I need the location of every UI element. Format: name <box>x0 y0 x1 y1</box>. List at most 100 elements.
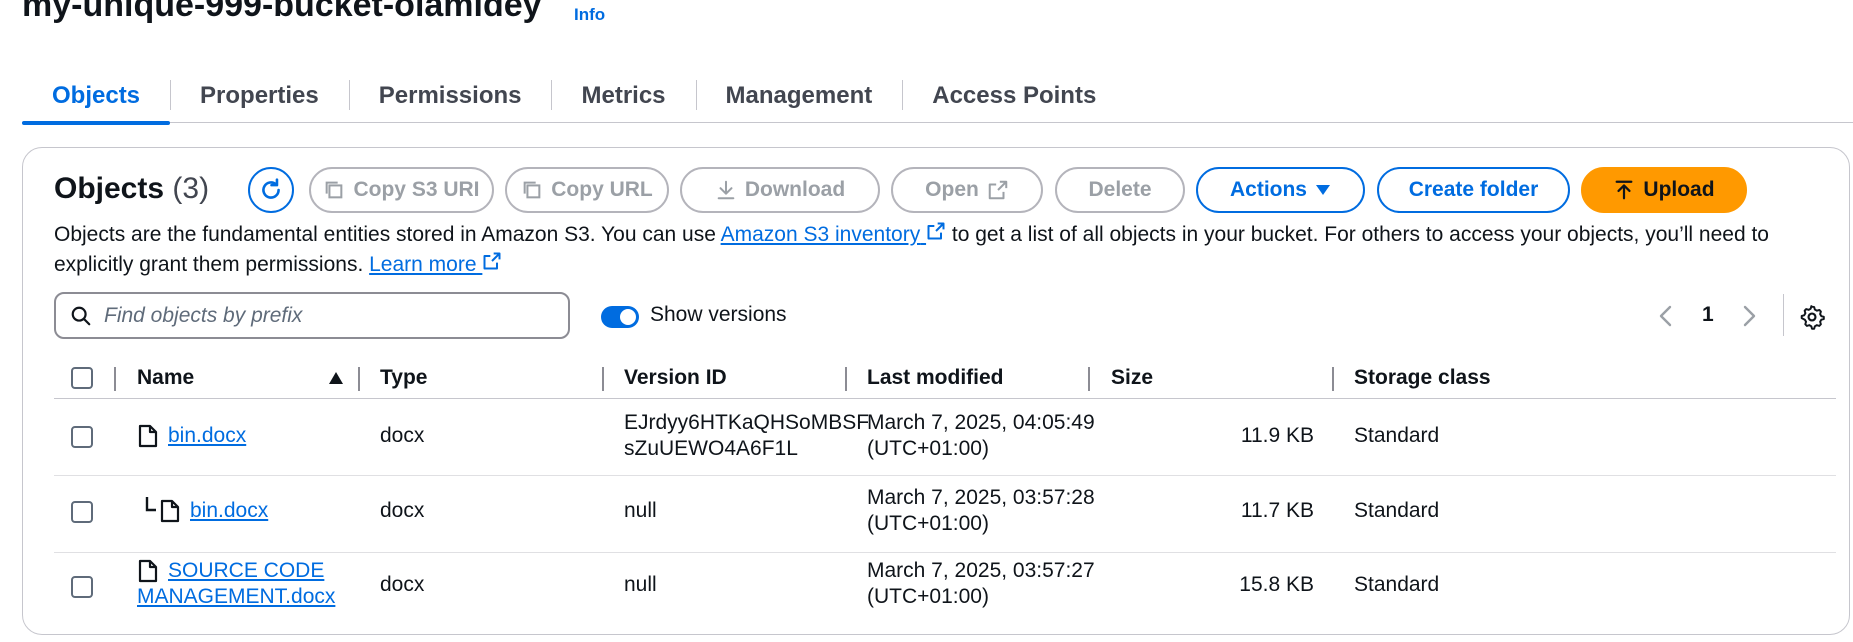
actions-dropdown[interactable]: Actions <box>1196 167 1365 213</box>
table-row[interactable]: bin.docx docx EJrdyy6HTKaQHSoMBSF sZuUEW… <box>54 400 1836 476</box>
show-versions-label: Show versions <box>650 303 787 326</box>
object-size: 15.8 KB <box>1239 573 1314 596</box>
tab-objects[interactable]: Objects <box>22 68 171 125</box>
version-id-continued: sZuUEWO4A6F1L <box>624 437 798 460</box>
file-icon <box>138 424 158 448</box>
object-size: 11.7 KB <box>1240 499 1314 522</box>
object-type: docx <box>380 424 425 447</box>
actions-label: Actions <box>1229 178 1307 201</box>
open-label: Open <box>925 178 979 201</box>
download-icon <box>715 179 737 201</box>
last-modified-timezone: (UTC+01:00) <box>867 437 989 460</box>
external-link-icon <box>482 251 502 271</box>
previous-page-button[interactable] <box>1658 305 1674 332</box>
caret-down-icon <box>1315 184 1331 196</box>
table-row[interactable]: bin.docx docx null March 7, 2025, 03:57:… <box>54 477 1836 553</box>
upload-icon <box>1613 179 1635 201</box>
settings-icon <box>1799 304 1825 330</box>
chevron-left-icon <box>1658 305 1674 327</box>
delete-label: Delete <box>1088 178 1152 201</box>
storage-class: Standard <box>1354 573 1440 596</box>
info-link[interactable]: Info <box>574 5 605 25</box>
page-title: my-unique-999-bucket-olamidey <box>22 0 542 24</box>
object-name-link[interactable]: bin.docx <box>168 421 246 451</box>
external-link-icon <box>926 221 946 241</box>
learn-more-label: Learn more <box>369 253 477 276</box>
column-divider <box>1332 367 1334 391</box>
next-page-button[interactable] <box>1741 305 1757 332</box>
column-header-type[interactable]: Type <box>380 357 427 399</box>
tab-properties[interactable]: Properties <box>170 68 349 123</box>
upload-button[interactable]: Upload <box>1581 167 1747 213</box>
column-divider <box>845 367 847 391</box>
storage-class: Standard <box>1354 499 1440 522</box>
column-divider <box>114 367 116 391</box>
show-versions-toggle[interactable] <box>601 306 639 328</box>
copy-icon <box>323 179 345 201</box>
column-header-last-modified[interactable]: Last modified <box>867 357 1004 399</box>
search-box <box>54 292 570 339</box>
version-branch-icon <box>144 495 158 515</box>
download-label: Download <box>744 178 846 201</box>
table-header: Name Type Version ID Last modified Size … <box>54 357 1836 399</box>
refresh-icon <box>258 177 284 203</box>
row-checkbox[interactable] <box>71 501 93 523</box>
create-folder-button[interactable]: Create folder <box>1377 167 1570 213</box>
object-name-link-continued[interactable]: MANAGEMENT.docx <box>137 582 335 612</box>
select-all-checkbox[interactable] <box>71 367 93 389</box>
create-folder-label: Create folder <box>1408 178 1539 201</box>
s3-inventory-link[interactable]: Amazon S3 inventory <box>720 221 946 246</box>
delete-button[interactable]: Delete <box>1055 167 1185 213</box>
open-button[interactable]: Open <box>891 167 1043 213</box>
column-divider <box>602 367 604 391</box>
version-id: null <box>624 499 657 522</box>
file-icon <box>160 499 180 523</box>
row-checkbox[interactable] <box>71 426 93 448</box>
last-modified-timezone: (UTC+01:00) <box>867 585 989 608</box>
row-checkbox[interactable] <box>71 576 93 598</box>
search-input[interactable] <box>104 303 534 328</box>
search-icon <box>70 305 92 327</box>
object-name-link[interactable]: bin.docx <box>190 496 268 526</box>
tab-bar: Objects Properties Permissions Metrics M… <box>22 68 1853 125</box>
objects-heading: Objects (3) <box>54 172 209 206</box>
copy-url-button[interactable]: Copy URL <box>505 167 669 213</box>
description-text-1: Objects are the fundamental entities sto… <box>54 223 721 246</box>
column-header-name[interactable]: Name <box>137 357 194 399</box>
tab-permissions[interactable]: Permissions <box>348 68 552 123</box>
column-divider <box>358 367 360 391</box>
upload-label: Upload <box>1643 178 1715 201</box>
learn-more-link[interactable]: Learn more <box>369 251 502 276</box>
column-divider <box>1088 367 1090 391</box>
storage-class: Standard <box>1354 424 1440 447</box>
column-header-version-id[interactable]: Version ID <box>624 357 727 399</box>
copy-s3-uri-label: Copy S3 URI <box>353 178 480 201</box>
s3-inventory-link-label: Amazon S3 inventory <box>720 223 921 246</box>
objects-description: Objects are the fundamental entities sto… <box>54 220 1834 280</box>
page-number[interactable]: 1 <box>1702 303 1714 327</box>
objects-heading-label: Objects <box>54 172 165 205</box>
refresh-button[interactable] <box>248 167 294 213</box>
copy-s3-uri-button[interactable]: Copy S3 URI <box>309 167 494 213</box>
pager-divider <box>1783 294 1784 336</box>
object-type: docx <box>380 499 425 522</box>
chevron-right-icon <box>1741 305 1757 327</box>
tab-metrics[interactable]: Metrics <box>551 68 695 123</box>
objects-count: (3) <box>172 172 210 205</box>
last-modified-timezone: (UTC+01:00) <box>867 512 989 535</box>
external-link-icon <box>987 179 1009 201</box>
file-icon <box>138 559 158 583</box>
objects-panel: Objects (3) Copy S3 URI Copy URL Downloa… <box>22 147 1850 635</box>
sort-ascending-icon[interactable] <box>328 371 344 385</box>
column-header-storage-class[interactable]: Storage class <box>1354 357 1491 399</box>
tab-access-points[interactable]: Access Points <box>902 68 1126 123</box>
table-row[interactable]: SOURCE CODE MANAGEMENT.docx docx null Ma… <box>54 553 1836 629</box>
version-id: null <box>624 573 657 596</box>
preferences-button[interactable] <box>1799 304 1825 335</box>
download-button[interactable]: Download <box>680 167 880 213</box>
object-size: 11.9 KB <box>1240 424 1314 447</box>
tab-management[interactable]: Management <box>695 68 903 123</box>
copy-url-label: Copy URL <box>551 178 653 201</box>
copy-icon <box>521 179 543 201</box>
column-header-size[interactable]: Size <box>1111 357 1153 399</box>
